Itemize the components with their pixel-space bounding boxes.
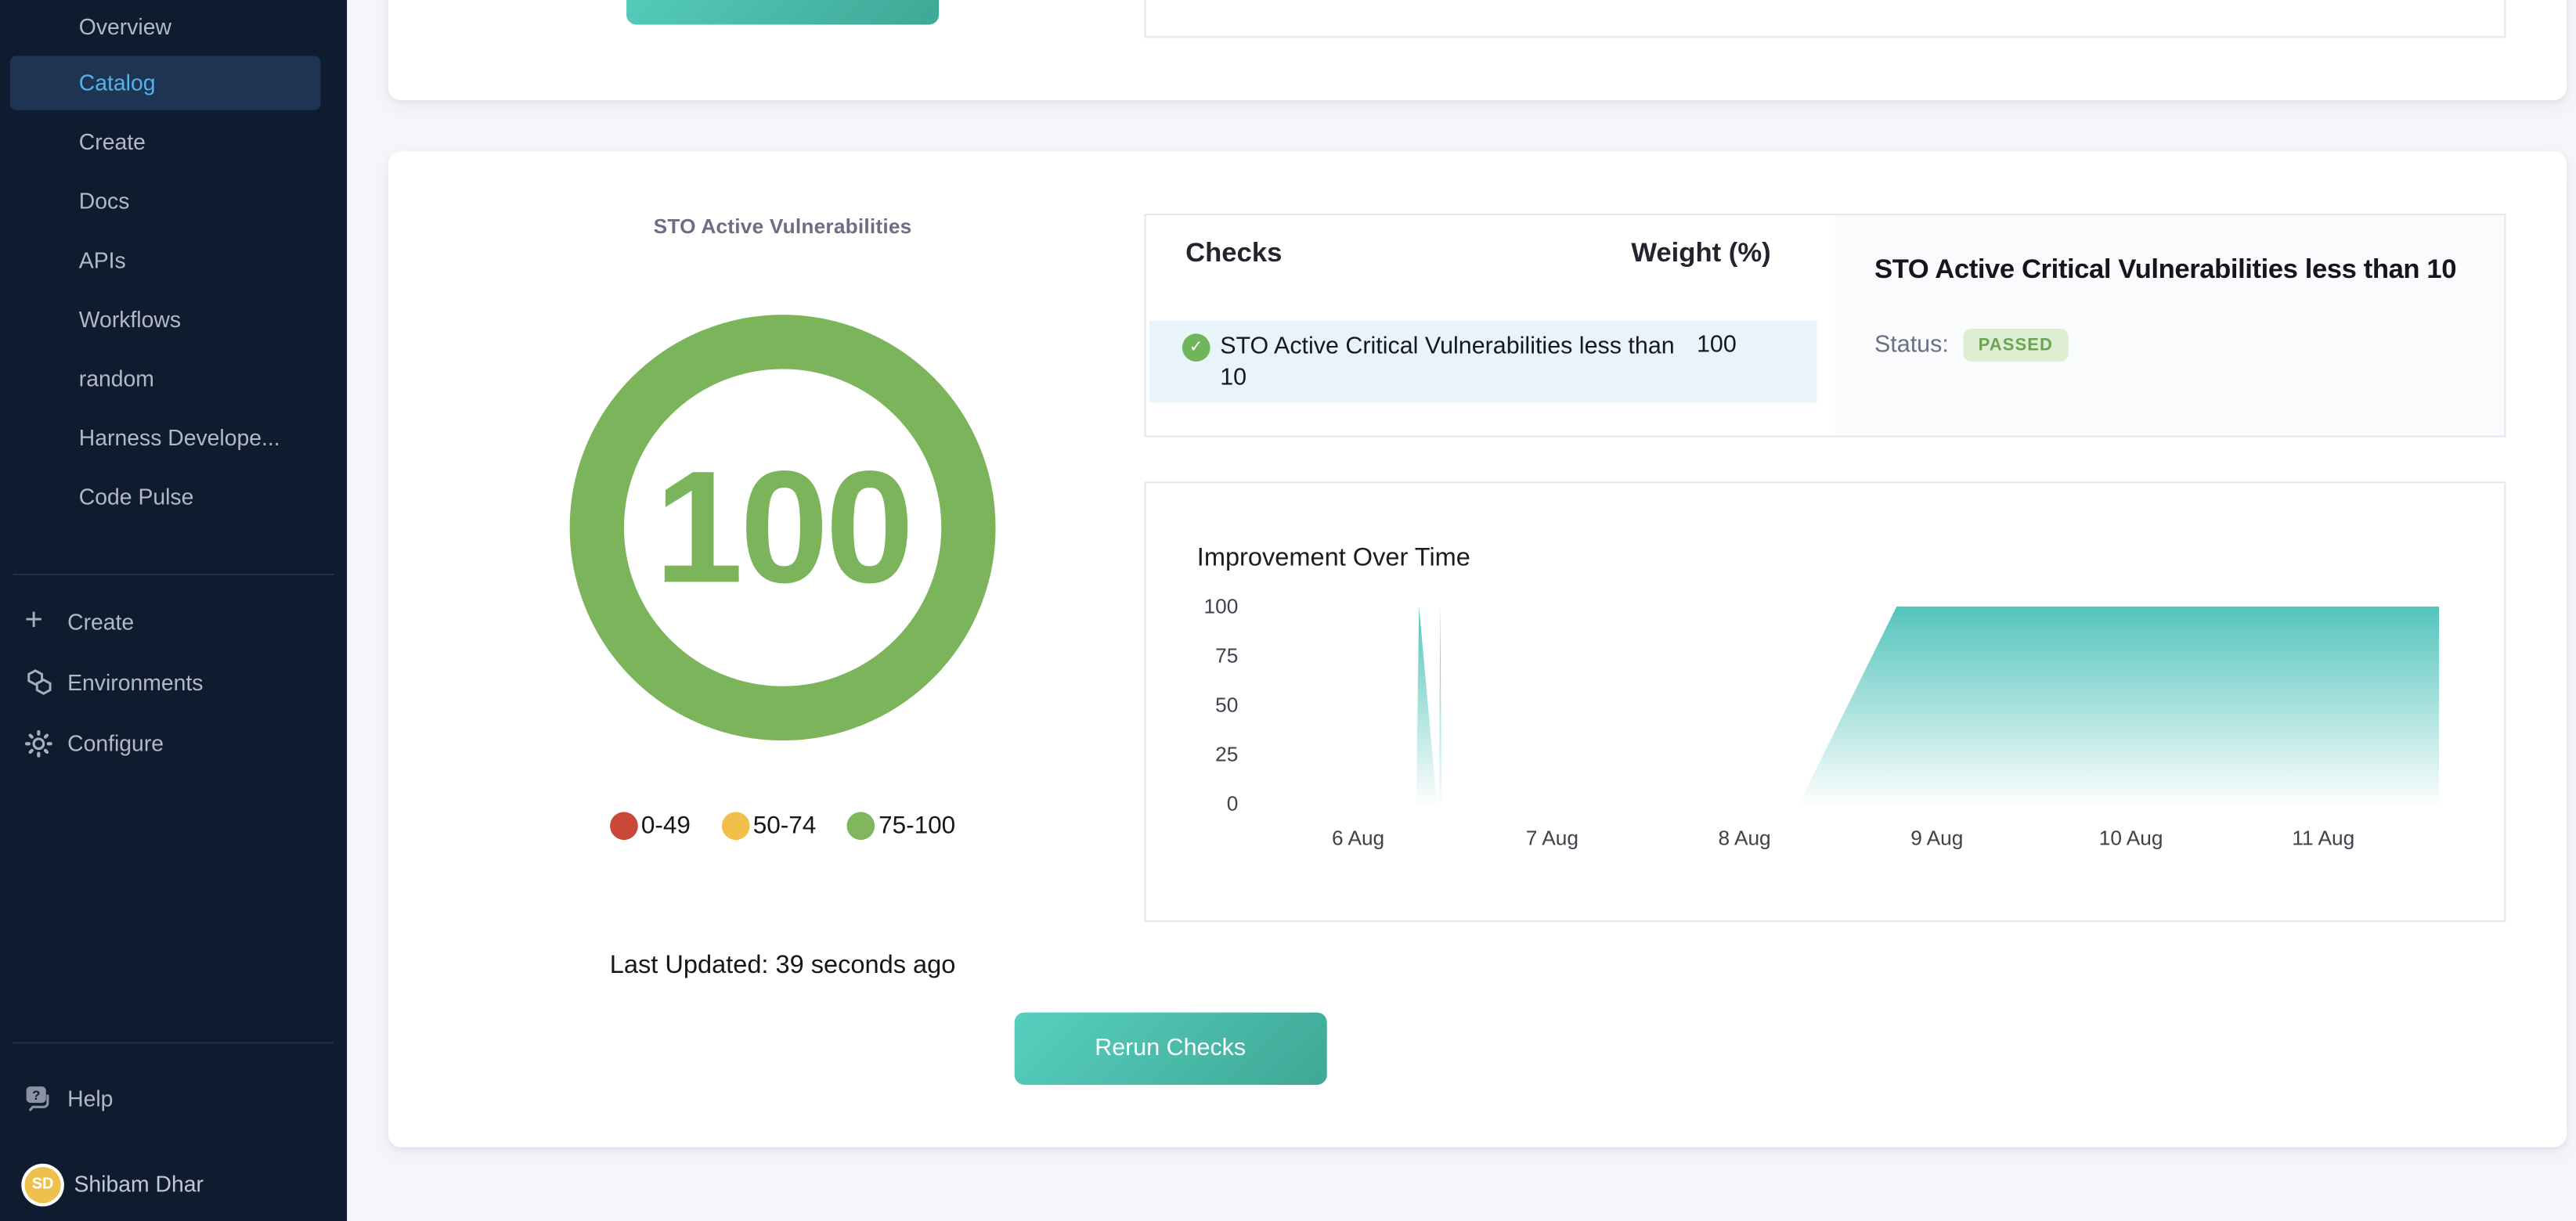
avatar: SD	[24, 1166, 60, 1202]
check-row[interactable]: ✓ STO Active Critical Vulnerabilities le…	[1149, 320, 1817, 402]
checks-header: Checks	[1185, 239, 1282, 270]
legend-dot-red	[610, 812, 638, 840]
sidebar-divider	[13, 574, 334, 575]
sidebar-action-create[interactable]: + Create	[0, 592, 347, 651]
sidebar-item-label: Overview	[79, 14, 171, 39]
user-name: Shibam Dhar	[74, 1172, 203, 1197]
improvement-chart-panel: Improvement Over Time 100 75 50 25 0 6 A…	[1145, 481, 2506, 922]
check-passed-icon: ✓	[1182, 333, 1210, 362]
score-gauge: 100	[569, 314, 997, 741]
legend-label: 50-74	[753, 812, 817, 840]
plus-icon: +	[24, 603, 63, 639]
legend-item-high: 75-100	[847, 812, 955, 840]
legend-dot-yellow	[722, 812, 750, 840]
status-line: Status: PASSED	[1874, 329, 2068, 362]
weight-header: Weight (%)	[1631, 239, 1770, 270]
sidebar-item-label: Harness Develope...	[79, 425, 280, 450]
help-button[interactable]: ? Help	[0, 1068, 347, 1128]
sidebar-item-random[interactable]: random	[0, 348, 347, 408]
rerun-checks-button[interactable]: Rerun Checks	[1014, 1013, 1327, 1085]
sidebar-item-code-pulse[interactable]: Code Pulse	[0, 466, 347, 526]
check-detail-panel: STO Active Critical Vulnerabilities less…	[1835, 214, 2506, 438]
avatar-initials: SD	[32, 1175, 54, 1193]
sidebar-item-apis[interactable]: APIs	[0, 230, 347, 290]
previous-panel-remnant	[1145, 0, 2506, 38]
gear-icon	[24, 729, 63, 757]
help-label: Help	[67, 1086, 113, 1111]
improvement-area-chart	[1146, 483, 2508, 924]
legend-dot-green	[847, 812, 875, 840]
sidebar-item-label: random	[79, 366, 154, 391]
sidebar-item-label: Catalog	[79, 70, 156, 95]
user-menu[interactable]: SD Shibam Dhar	[0, 1154, 347, 1215]
help-chat-icon: ?	[24, 1084, 63, 1112]
sidebar-item-label: APIs	[79, 247, 126, 272]
score-value: 100	[569, 314, 997, 741]
sidebar-item-label: Code Pulse	[79, 484, 194, 509]
sidebar-action-label: Create	[67, 609, 134, 634]
checks-panel: Checks Weight (%) ✓ STO Active Critical …	[1145, 214, 1837, 438]
sidebar-nav: Overview Catalog Create Docs APIs Workfl…	[0, 0, 347, 526]
sidebar-action-label: Environments	[67, 670, 203, 695]
status-badge: PASSED	[1964, 329, 2068, 362]
page: Overview Catalog Create Docs APIs Workfl…	[0, 0, 2576, 1221]
hexagons-icon	[24, 668, 63, 697]
sidebar-item-create[interactable]: Create	[0, 112, 347, 171]
sidebar-action-environments[interactable]: Environments	[0, 653, 347, 712]
svg-text:?: ?	[32, 1087, 40, 1102]
status-label: Status:	[1874, 332, 1949, 358]
sidebar-item-workflows[interactable]: Workflows	[0, 290, 347, 349]
legend-item-mid: 50-74	[722, 812, 816, 840]
check-name: STO Active Critical Vulnerabilities less…	[1220, 332, 1694, 394]
previous-scorecard-card-remnant	[388, 0, 2567, 100]
scorecard-title: STO Active Vulnerabilities	[388, 215, 1178, 238]
area-series	[1416, 607, 2439, 804]
legend-label: 0-49	[641, 812, 691, 840]
sidebar-action-label: Configure	[67, 730, 164, 755]
check-weight: 100	[1680, 332, 1752, 358]
sidebar-item-overview[interactable]: Overview	[0, 0, 347, 56]
sidebar: Overview Catalog Create Docs APIs Workfl…	[0, 0, 347, 1221]
check-detail-title: STO Active Critical Vulnerabilities less…	[1874, 255, 2491, 286]
legend-item-low: 0-49	[610, 812, 691, 840]
sidebar-item-catalog[interactable]: Catalog	[10, 56, 321, 110]
rerun-checks-button-remnant[interactable]	[626, 0, 939, 24]
sidebar-item-label: Docs	[79, 188, 130, 213]
sidebar-action-configure[interactable]: Configure	[0, 713, 347, 773]
last-updated-text: Last Updated: 39 seconds ago	[388, 952, 1178, 981]
score-legend: 0-49 50-74 75-100	[388, 812, 1178, 840]
sidebar-item-docs[interactable]: Docs	[0, 171, 347, 230]
sidebar-divider	[13, 1042, 334, 1043]
legend-label: 75-100	[879, 812, 955, 840]
sidebar-item-label: Workflows	[79, 307, 181, 332]
sidebar-item-harness-developer[interactable]: Harness Develope...	[0, 408, 347, 467]
sidebar-item-label: Create	[79, 129, 146, 154]
